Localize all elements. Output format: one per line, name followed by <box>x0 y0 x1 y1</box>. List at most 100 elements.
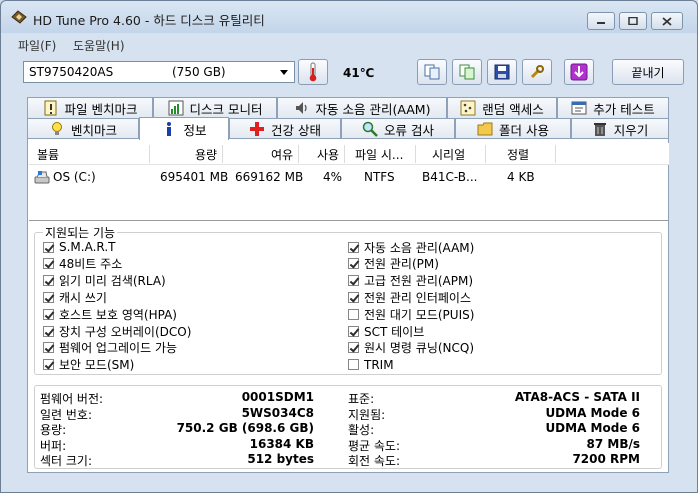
tab-info[interactable]: 정보 <box>139 117 229 140</box>
save-button[interactable] <box>487 59 517 85</box>
feature-label: TRIM <box>364 357 394 372</box>
column-separator <box>149 145 150 163</box>
feature-label: 전원 대기 모드(PUIS) <box>364 307 475 322</box>
info-value: UDMA Mode 6 <box>545 421 640 435</box>
title-bar: HD Tune Pro 4.60 - 하드 디스크 유틸리티 <box>1 1 697 33</box>
download-button[interactable] <box>564 59 594 85</box>
menu-help[interactable]: 도움말(H) <box>73 37 125 54</box>
toolbar: ST9750420AS (750 GB) 41℃ 끝내기 <box>9 57 689 89</box>
feature-checkbox[interactable] <box>348 325 359 337</box>
column-header-used[interactable]: 사용 <box>317 146 339 163</box>
column-header-capacity[interactable]: 용량 <box>195 146 217 163</box>
menu-bar: 파일(F) 도움말(H) <box>1 34 697 54</box>
floppy-disk-icon <box>494 64 510 80</box>
info-label: 용량: <box>40 423 67 437</box>
column-separator <box>415 145 416 163</box>
feature-checkbox[interactable] <box>43 342 54 354</box>
feature-checkbox-row[interactable]: 자동 소음 관리(AAM) <box>348 239 474 255</box>
feature-checkbox[interactable] <box>348 241 359 253</box>
feature-checkbox-row[interactable]: 전원 관리 인터페이스 <box>348 289 471 305</box>
feature-checkbox-row[interactable]: SCT 테이브 <box>348 323 424 339</box>
tab-extra-tests[interactable]: 추가 테스트 <box>557 97 669 118</box>
drive-select[interactable]: ST9750420AS (750 GB) <box>23 61 295 83</box>
info-value: ATA8-ACS - SATA II <box>514 390 640 404</box>
feature-checkbox-row[interactable]: 읽기 미리 검색(RLA) <box>43 273 166 289</box>
temperature-button[interactable] <box>298 59 328 85</box>
info-label: 일련 번호: <box>40 407 93 422</box>
tab-random-access[interactable]: 랜덤 액세스 <box>447 97 557 118</box>
tab-disk-monitor[interactable]: 디스크 모니터 <box>153 97 277 118</box>
feature-checkbox-row[interactable]: 장치 구성 오버레이(DCO) <box>43 323 191 339</box>
feature-checkbox[interactable] <box>348 342 359 354</box>
maximize-button[interactable] <box>619 12 647 30</box>
feature-checkbox-row[interactable]: S.M.A.R.T <box>43 239 115 255</box>
close-button[interactable] <box>651 12 683 30</box>
tab-file-benchmark[interactable]: 파일 벤치마크 <box>27 97 153 118</box>
feature-checkbox-row[interactable]: 보안 모드(SM) <box>43 357 134 373</box>
info-value: 0001SDM1 <box>241 390 314 404</box>
folder-icon <box>477 122 493 136</box>
feature-checkbox[interactable] <box>43 325 54 337</box>
feature-checkbox-row[interactable]: 호스트 보호 영역(HPA) <box>43 306 177 322</box>
tab-benchmark[interactable]: 벤치마크 <box>27 118 139 139</box>
tab-strip: 파일 벤치마크 디스크 모니터 자동 소음 관리(AAM) 랜덤 액세스 추가 … <box>27 97 669 140</box>
feature-label: 자동 소음 관리(AAM) <box>364 240 475 255</box>
column-separator <box>298 145 299 163</box>
feature-checkbox-row[interactable]: 전원 관리(PM) <box>348 256 439 272</box>
feature-checkbox[interactable] <box>348 308 359 320</box>
tab-label: 디스크 모니터 <box>189 101 263 117</box>
tab-health[interactable]: 건강 상태 <box>229 118 341 139</box>
close-icon <box>662 16 672 26</box>
wrench-icon <box>530 65 544 79</box>
random-access-icon <box>460 100 476 116</box>
tab-label: 폴더 사용 <box>499 122 549 138</box>
tab-folder-usage[interactable]: 폴더 사용 <box>455 118 571 139</box>
menu-file[interactable]: 파일(F) <box>18 37 56 54</box>
column-header-serial[interactable]: 시리얼 <box>432 146 465 163</box>
minimize-button[interactable] <box>587 12 615 30</box>
feature-checkbox-row[interactable]: 원시 명령 큐닝(NCQ) <box>348 340 474 356</box>
trash-icon <box>593 123 606 136</box>
column-separator <box>222 145 223 163</box>
cell-filesystem: NTFS <box>364 170 395 184</box>
feature-checkbox[interactable] <box>43 291 54 303</box>
feature-checkbox-row[interactable]: 고급 전원 관리(APM) <box>348 273 473 289</box>
exit-button[interactable]: 끝내기 <box>612 59 684 85</box>
cell-capacity: 695401 MB <box>160 170 229 184</box>
feature-checkbox-row[interactable]: 캐시 쓰기 <box>43 289 107 305</box>
window-title: HD Tune Pro 4.60 - 하드 디스크 유틸리티 <box>33 13 265 28</box>
magnifier-icon <box>362 121 378 137</box>
column-header-free[interactable]: 여유 <box>271 146 293 163</box>
feature-checkbox-row[interactable]: 펌웨어 업그레이드 가능 <box>43 340 177 356</box>
info-label: 평균 속도: <box>348 438 401 453</box>
feature-checkbox[interactable] <box>348 291 359 303</box>
feature-checkbox-row[interactable]: TRIM <box>348 357 394 373</box>
column-header-alignment[interactable]: 정렬 <box>507 146 529 163</box>
drive-name: ST9750420AS <box>29 65 114 79</box>
tab-error-scan[interactable]: 오류 검사 <box>341 118 455 139</box>
column-separator <box>555 145 556 163</box>
feature-checkbox[interactable] <box>348 359 359 371</box>
tab-erase[interactable]: 지우기 <box>571 118 669 139</box>
column-header-volume[interactable]: 볼륨 <box>37 146 59 163</box>
thermometer-icon <box>309 62 317 82</box>
feature-checkbox-row[interactable]: 48비트 주소 <box>43 256 122 272</box>
drive-icon <box>34 171 50 184</box>
feature-checkbox[interactable] <box>348 275 359 287</box>
cell-volume: OS (C:) <box>53 170 96 184</box>
feature-checkbox[interactable] <box>43 275 54 287</box>
column-header-filesystem[interactable]: 파일 시... <box>355 146 403 163</box>
info-value: 5WS034C8 <box>241 405 314 420</box>
dropdown-arrow-icon <box>280 70 288 75</box>
feature-checkbox[interactable] <box>43 308 54 320</box>
tab-aam[interactable]: 자동 소음 관리(AAM) <box>277 97 447 118</box>
feature-checkbox[interactable] <box>43 359 54 371</box>
copy-all-button[interactable] <box>452 59 482 85</box>
feature-checkbox[interactable] <box>43 241 54 253</box>
volume-list[interactable]: 볼륨 용량 여유 사용 파일 시... 시리얼 정렬 OS (C:) 69540… <box>29 143 669 221</box>
feature-checkbox-row[interactable]: 전원 대기 모드(PUIS) <box>348 306 474 322</box>
feature-checkbox[interactable] <box>348 258 359 270</box>
options-button[interactable] <box>522 59 552 85</box>
copy-info-button[interactable] <box>417 59 447 85</box>
feature-checkbox[interactable] <box>43 258 54 270</box>
